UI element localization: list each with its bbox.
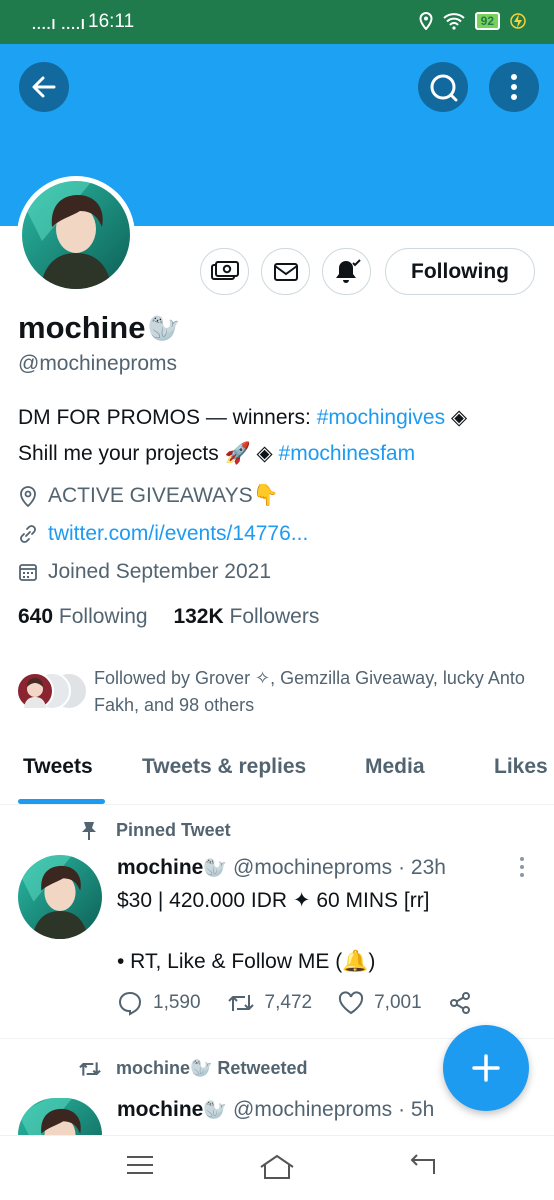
reply-button[interactable]: 1,590 [117, 990, 201, 1016]
retweeted-label: mochine🦭 Retweeted [116, 1058, 308, 1078]
followers-count: 132K [173, 605, 224, 628]
url-link[interactable]: twitter.com/i/events/14776... [48, 522, 308, 546]
tweet-actions: 1,590 7,472 7,001 [117, 990, 498, 1016]
profile-location: ACTIVE GIVEAWAYS👇 [18, 484, 279, 508]
bio-text-1b: ◈ [445, 406, 468, 429]
tweet-avatar[interactable] [18, 1098, 102, 1135]
share-button[interactable] [448, 991, 472, 1015]
money-icon [210, 260, 239, 280]
reply-count: 1,590 [153, 992, 201, 1013]
bell-check-icon [335, 258, 361, 283]
location-icon [20, 486, 36, 507]
tweet-author-name[interactable]: mochine [117, 856, 203, 880]
envelope-icon [273, 262, 298, 281]
share-icon [449, 992, 470, 1014]
location-icon [419, 12, 433, 30]
active-tab-indicator [18, 799, 105, 804]
like-button[interactable]: 7,001 [338, 991, 422, 1015]
system-nav-bar [0, 1135, 554, 1200]
avatar-image [22, 181, 130, 289]
message-button[interactable] [261, 248, 310, 295]
profile-avatar[interactable] [17, 176, 135, 294]
hashtag-mochingives[interactable]: #mochingives [317, 406, 445, 429]
retweet-icon [79, 1061, 101, 1076]
bio-text-2: Shill me your projects 🚀 ◈ [18, 442, 279, 465]
display-name: mochine [18, 310, 146, 345]
tweet-more-icon[interactable] [518, 856, 526, 878]
tab-media[interactable]: Media [365, 755, 425, 779]
pin-icon [82, 821, 96, 840]
status-bar: ....l ....l 16:11 92 [0, 0, 554, 44]
wifi-icon [442, 13, 465, 30]
name-emoji: 🦭 [203, 858, 228, 879]
retweet-icon [227, 995, 254, 1011]
plus-icon [472, 1054, 500, 1082]
retweet-count: 7,472 [264, 992, 313, 1013]
more-options-button[interactable] [489, 62, 539, 112]
arrow-left-icon [32, 76, 56, 98]
tweet-time: · 5h [398, 1098, 435, 1121]
following-label: Following [58, 605, 148, 628]
following-count: 640 [18, 605, 54, 628]
calendar-icon [19, 564, 37, 581]
retweet-button[interactable]: 7,472 [227, 991, 313, 1015]
notifications-button[interactable] [322, 248, 371, 295]
search-icon [430, 74, 458, 102]
tweet-header: mochine 🦭 @mochineproms · 5h [117, 1098, 434, 1122]
tweet-author-handle: @mochineproms [233, 1098, 393, 1121]
name-emoji: 🦭 [203, 1100, 228, 1121]
follow-counts: 640 Following 132K Followers [18, 605, 319, 629]
reply-icon [118, 991, 142, 1016]
back-nav-icon[interactable] [408, 1154, 438, 1178]
profile-url[interactable]: twitter.com/i/events/14776... [18, 522, 308, 546]
following-count-link[interactable]: 640 Following [18, 605, 148, 628]
charging-icon [510, 13, 526, 29]
tweet-text-line2: • RT, Like & Follow ME (🔔) [117, 950, 376, 973]
followers-label: Followers [229, 605, 320, 628]
battery-icon: 92 [474, 12, 500, 30]
name-emoji: 🦭 [147, 312, 180, 343]
followers-count-link[interactable]: 132K Followers [173, 605, 319, 628]
tweet-header: mochine 🦭 @mochineproms · 23h [117, 856, 446, 880]
following-button[interactable]: Following [385, 248, 535, 295]
tweet-avatar[interactable] [18, 855, 102, 939]
profile-name: mochine 🦭 [18, 310, 180, 346]
heart-icon [339, 991, 364, 1015]
pinned-indicator: Pinned Tweet [80, 820, 231, 841]
retweeted-indicator: mochine🦭 Retweeted [78, 1058, 307, 1079]
profile-tabs: Tweets Tweets & replies Media Likes [0, 745, 554, 805]
hashtag-mochinesfam[interactable]: #mochinesfam [279, 442, 416, 465]
compose-tweet-button[interactable] [443, 1025, 529, 1111]
profile-joined: Joined September 2021 [18, 560, 271, 584]
status-icons: 92 [419, 11, 526, 31]
like-count: 7,001 [374, 992, 422, 1013]
profile-handle: @mochineproms [18, 352, 178, 375]
location-text: ACTIVE GIVEAWAYS👇 [48, 484, 279, 507]
back-button[interactable] [19, 62, 69, 112]
tweet-text-line1: $30 | 420.000 IDR ✦ 60 MINS [rr] [117, 889, 430, 912]
tab-tweets[interactable]: Tweets [23, 755, 93, 779]
tweet-author-handle: @mochineproms [233, 856, 393, 879]
bio-text-1: DM FOR PROMOS — winners: [18, 406, 317, 429]
tab-tweets-replies[interactable]: Tweets & replies [142, 755, 306, 779]
home-icon[interactable] [258, 1154, 296, 1180]
followed-by-text: Followed by Grover ✧, Gemzilla Giveaway,… [94, 668, 525, 715]
link-icon [20, 525, 36, 543]
more-vertical-icon [511, 74, 517, 100]
menu-icon[interactable] [126, 1154, 154, 1176]
search-button[interactable] [418, 62, 468, 112]
tab-likes[interactable]: Likes [494, 755, 548, 779]
tweet-time: · 23h [398, 856, 446, 879]
follower-avatar [16, 672, 54, 710]
signal-indicator: ....l ....l [32, 16, 86, 32]
profile-bio: DM FOR PROMOS — winners: #mochingives ◈ … [18, 400, 538, 472]
tweet-author-name[interactable]: mochine [117, 1098, 203, 1122]
joined-text: Joined September 2021 [48, 560, 271, 583]
tip-button[interactable] [200, 248, 249, 295]
clock: 16:11 [88, 11, 135, 32]
pinned-label: Pinned Tweet [116, 820, 231, 840]
